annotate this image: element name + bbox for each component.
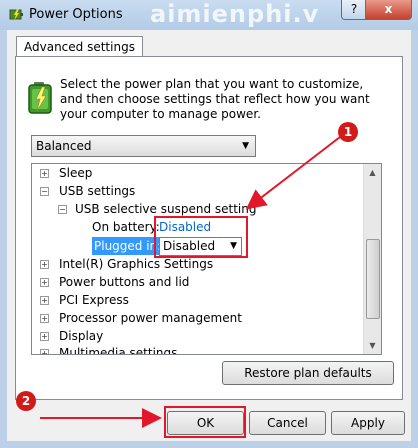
chevron-down-icon: ▼ <box>242 141 249 151</box>
tab-advanced-settings[interactable]: Advanced settings <box>16 36 143 58</box>
watermark: aimienphi.v <box>150 0 320 28</box>
step-marker-1: 1 <box>338 122 358 142</box>
collapse-minus-icon[interactable]: − <box>58 205 67 214</box>
expand-plus-icon[interactable]: + <box>40 314 49 323</box>
plan-select-value: Balanced <box>36 139 92 153</box>
expand-plus-icon[interactable]: + <box>40 349 49 354</box>
power-options-icon <box>9 9 23 21</box>
help-button[interactable]: ? <box>341 0 367 20</box>
tree-label: Processor power management <box>59 311 242 325</box>
plugged-in-label: Plugged in: <box>92 237 164 255</box>
cancel-button[interactable]: Cancel <box>249 411 326 435</box>
tree-label: Display <box>59 329 104 343</box>
tree-label: Sleep <box>59 166 93 180</box>
title-bar: Power Options aimienphi.v ? x <box>0 0 418 30</box>
tree-label: PCI Express <box>59 293 129 307</box>
tree-label: Multimedia settings <box>59 346 178 355</box>
expand-plus-icon[interactable]: + <box>40 278 49 287</box>
restore-plan-defaults-button[interactable]: Restore plan defaults <box>222 361 394 385</box>
highlight-box-usb-values <box>154 216 248 258</box>
scroll-thumb[interactable] <box>366 239 380 319</box>
power-plan-dropdown[interactable]: Balanced ▼ <box>31 135 256 157</box>
tree-label: USB settings <box>59 184 136 198</box>
tree-label: Power buttons and lid <box>59 275 190 289</box>
close-button[interactable]: x <box>365 0 412 20</box>
collapse-minus-icon[interactable]: − <box>40 187 49 196</box>
battery-plan-icon <box>28 82 52 114</box>
scroll-down-icon[interactable]: ▼ <box>364 337 381 354</box>
expand-plus-icon[interactable]: + <box>40 332 49 341</box>
expand-plus-icon[interactable]: + <box>40 260 49 269</box>
scroll-up-icon[interactable]: ▲ <box>364 164 381 181</box>
expand-plus-icon[interactable]: + <box>40 296 49 305</box>
settings-tree: + Sleep − USB settings − USB selective s… <box>31 163 382 355</box>
window-title: Power Options <box>29 7 123 22</box>
apply-button[interactable]: Apply <box>331 411 405 435</box>
tree-scrollbar[interactable]: ▲ ▼ <box>363 164 381 354</box>
highlight-box-ok <box>164 406 246 438</box>
plan-description: Select the power plan that you want to c… <box>60 77 370 121</box>
step-marker-2: 2 <box>16 391 36 411</box>
on-battery-label: On battery: <box>92 220 160 234</box>
expand-plus-icon[interactable]: + <box>40 169 49 178</box>
